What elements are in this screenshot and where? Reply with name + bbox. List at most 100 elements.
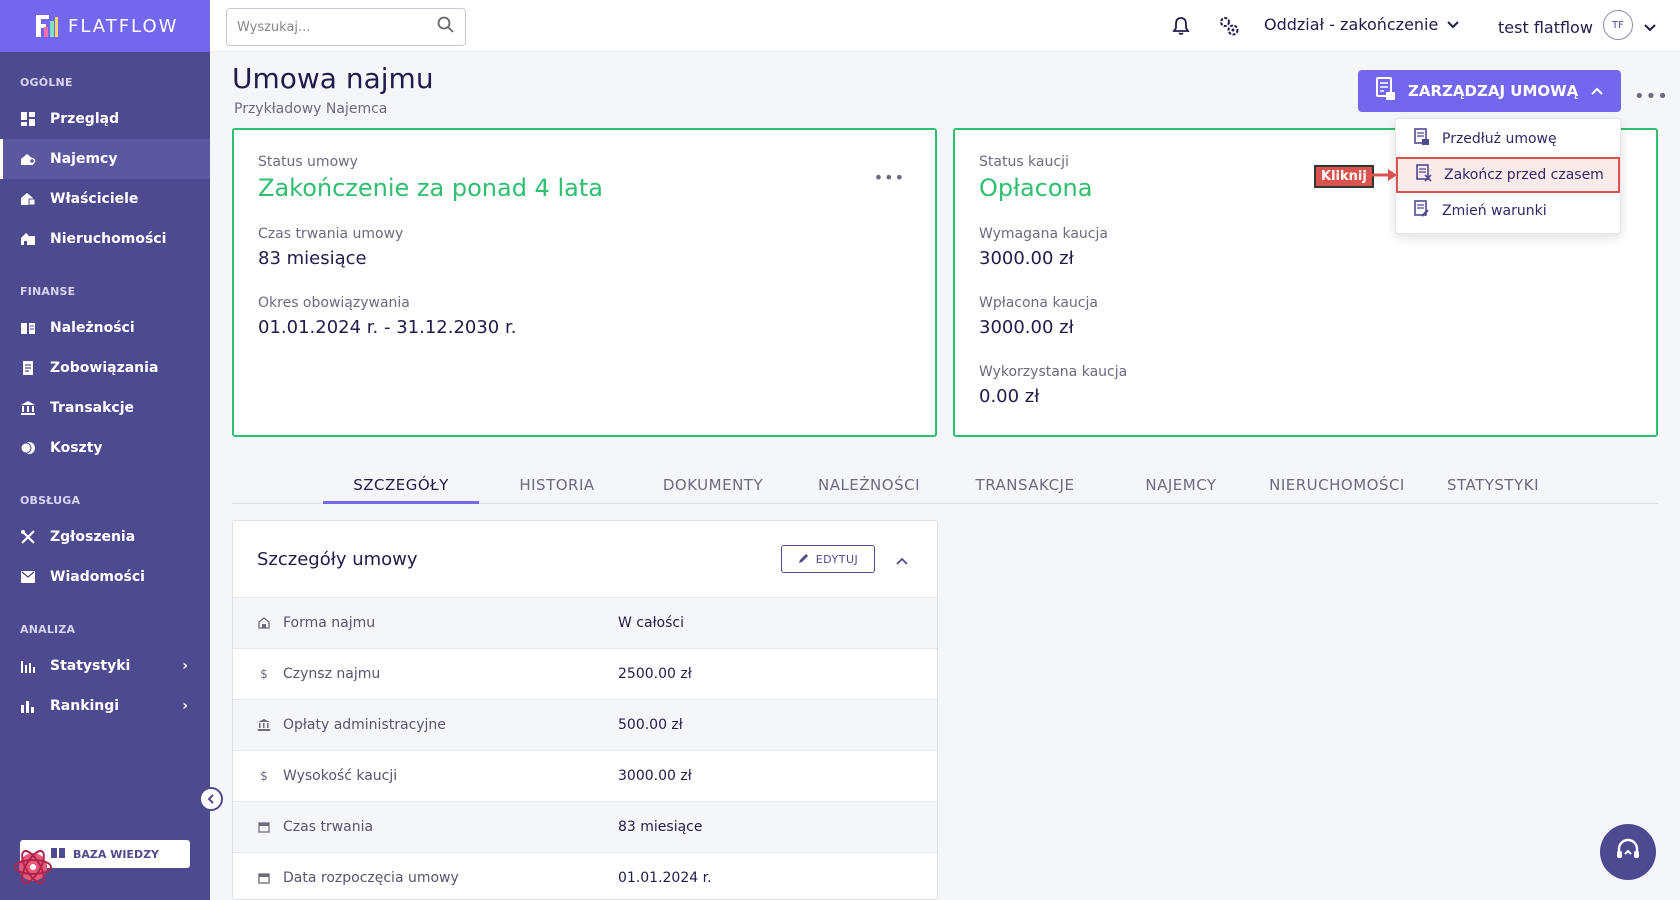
detail-label: Data rozpoczęcia umowy xyxy=(283,870,459,886)
more-options-icon[interactable]: ••• xyxy=(1634,86,1669,107)
detail-row-czynsz: $ Czynsz najmu 2500.00 zł xyxy=(233,649,937,700)
sidebar-item-label: Zgłoszenia xyxy=(50,529,136,545)
manage-contract-button[interactable]: ZARZĄDZAJ UMOWĄ xyxy=(1358,70,1621,112)
menu-item-extend-contract[interactable]: Przedłuż umowę xyxy=(1396,121,1620,157)
tab-nieruchomosci[interactable]: NIERUCHOMOŚCI xyxy=(1259,476,1415,494)
user-menu[interactable]: test flatflow TF xyxy=(1498,10,1657,40)
detail-value: 83 miesiące xyxy=(618,819,703,835)
avatar: TF xyxy=(1602,10,1633,40)
sidebar-item-label: Właściciele xyxy=(50,191,139,207)
support-chat-button[interactable] xyxy=(1600,824,1656,880)
tab-transakcje[interactable]: TRANSAKCJE xyxy=(947,476,1103,494)
sidebar-item-zgloszenia[interactable]: Zgłoszenia xyxy=(0,517,210,557)
active-tab-indicator xyxy=(323,501,479,504)
menu-item-terminate-early[interactable]: Zakończ przed czasem xyxy=(1396,157,1620,193)
contract-icon xyxy=(1374,77,1396,105)
detail-row-czas-trwania: Czas trwania 83 miesiące xyxy=(233,802,937,853)
deposit-used-label: Wykorzystana kaucja xyxy=(979,364,1128,380)
contract-status-card: ••• Status umowy Zakończenie za ponad 4 … xyxy=(232,128,937,437)
section-title-analiza: ANALIZA xyxy=(20,623,76,636)
logo[interactable]: FLATFLOW xyxy=(0,0,210,52)
chevron-up-icon xyxy=(1590,82,1604,100)
sidebar-item-zobowiazania[interactable]: Zobowiązania xyxy=(0,348,210,388)
bank-icon xyxy=(20,400,36,416)
tab-naleznosci[interactable]: NALEŻNOŚCI xyxy=(791,476,947,494)
property-icon xyxy=(20,231,36,247)
deposit-paid-label: Wpłacona kaucja xyxy=(979,295,1098,311)
knowledge-base-label: BAZA WIEDZY xyxy=(72,847,160,861)
chevron-right-icon: › xyxy=(182,698,188,714)
menu-item-change-terms[interactable]: Zmień warunki xyxy=(1396,193,1620,229)
chevron-down-icon xyxy=(1446,15,1460,34)
tab-dokumenty[interactable]: DOKUMENTY xyxy=(635,476,791,494)
sidebar-item-statystyki[interactable]: Statystyki › xyxy=(0,646,210,686)
sidebar: FLATFLOW OGÓLNE Przegląd Najemcy Właścic… xyxy=(0,0,210,900)
chevron-left-icon xyxy=(207,794,214,804)
page-title: Umowa najmu xyxy=(232,62,434,95)
search-box[interactable] xyxy=(226,8,466,46)
detail-value: W całości xyxy=(618,615,684,631)
sidebar-item-rankingi[interactable]: Rankingi › xyxy=(0,686,210,726)
detail-row-data-rozpoczecia: Data rozpoczęcia umowy 01.01.2024 r. xyxy=(233,853,937,899)
deposit-status-label: Status kaucji xyxy=(979,154,1069,170)
building-icon xyxy=(257,616,271,630)
pencil-icon xyxy=(798,552,810,567)
menu-item-label: Zmień warunki xyxy=(1442,203,1547,219)
annotation-arrow-icon xyxy=(1372,169,1397,181)
detail-row-oplaty: Opłaty administracyjne 500.00 zł xyxy=(233,700,937,751)
sidebar-item-koszty[interactable]: Koszty xyxy=(0,428,210,468)
detail-label: Czas trwania xyxy=(283,819,374,835)
receivables-icon xyxy=(20,320,36,336)
sidebar-item-label: Rankingi xyxy=(50,698,120,714)
contract-duration-value: 83 miesiące xyxy=(258,248,367,269)
logo-icon xyxy=(36,15,58,37)
sidebar-item-wiadomosci[interactable]: Wiadomości xyxy=(0,557,210,597)
stats-icon xyxy=(20,658,36,674)
tenant-icon xyxy=(20,151,36,167)
bell-icon[interactable] xyxy=(1172,16,1190,40)
sidebar-item-transakcje[interactable]: Transakcje xyxy=(0,388,210,428)
detail-value: 3000.00 zł xyxy=(618,768,692,784)
costs-icon xyxy=(20,440,36,456)
details-rows: Forma najmu W całości $ Czynsz najmu 250… xyxy=(233,598,937,899)
sidebar-item-najemcy[interactable]: Najemcy xyxy=(0,139,210,179)
sidebar-collapse-button[interactable] xyxy=(199,787,223,811)
contract-details-panel: Szczegóły umowy EDYTUJ Forma najmu W cał… xyxy=(232,520,938,900)
calendar-icon xyxy=(257,871,271,885)
sidebar-item-przeglad[interactable]: Przegląd xyxy=(0,99,210,139)
sidebar-item-label: Nieruchomości xyxy=(50,231,167,247)
sidebar-item-label: Statystyki xyxy=(50,658,131,674)
tab-najemcy[interactable]: NAJEMCY xyxy=(1103,476,1259,494)
click-annotation-label: Kliknij xyxy=(1314,165,1374,188)
edit-label: EDYTUJ xyxy=(815,552,859,566)
react-logo-icon[interactable] xyxy=(12,846,54,888)
brand-name: FLATFLOW xyxy=(68,15,179,37)
detail-row-forma-najmu: Forma najmu W całości xyxy=(233,598,937,649)
tab-statystyki[interactable]: STATYSTYKI xyxy=(1415,476,1571,494)
search-input[interactable] xyxy=(237,19,437,35)
sidebar-item-naleznosci[interactable]: Należności xyxy=(0,308,210,348)
section-title-ogolne: OGÓLNE xyxy=(20,76,73,89)
sidebar-item-wlasciciele[interactable]: Właściciele xyxy=(0,179,210,219)
manage-contract-label: ZARZĄDZAJ UMOWĄ xyxy=(1408,82,1579,100)
branch-selector[interactable]: Oddział - zakończenie xyxy=(1264,15,1460,34)
liabilities-icon xyxy=(20,360,36,376)
edit-button[interactable]: EDYTUJ xyxy=(781,545,875,573)
chevron-down-icon xyxy=(1643,18,1657,37)
deposit-status-value: Opłacona xyxy=(979,174,1093,202)
contract-period-value: 01.01.2024 r. - 31.12.2030 r. xyxy=(258,317,517,338)
card-more-icon[interactable]: ••• xyxy=(874,168,905,187)
search-icon[interactable] xyxy=(437,16,455,38)
tab-szczegoly[interactable]: SZCZEGÓŁY xyxy=(323,476,479,494)
detail-value: 500.00 zł xyxy=(618,717,683,733)
settings-gears-icon[interactable] xyxy=(1218,15,1240,41)
contract-terminate-icon xyxy=(1416,164,1432,186)
bank-icon xyxy=(257,718,271,732)
sidebar-item-nieruchomosci[interactable]: Nieruchomości xyxy=(0,219,210,259)
chevron-up-icon[interactable] xyxy=(895,551,909,570)
sidebar-item-label: Przegląd xyxy=(50,111,120,127)
user-name: test flatflow xyxy=(1498,18,1593,37)
tab-historia[interactable]: HISTORIA xyxy=(479,476,635,494)
detail-label: Czynsz najmu xyxy=(283,666,381,682)
detail-row-kaucja: $ Wysokość kaucji 3000.00 zł xyxy=(233,751,937,802)
